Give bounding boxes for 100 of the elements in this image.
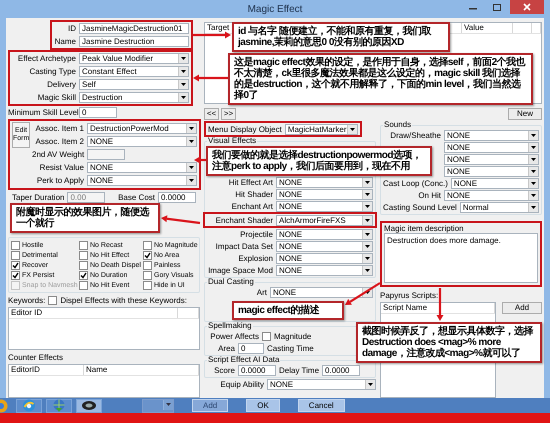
checkbox[interactable] <box>11 240 20 250</box>
dropdown[interactable]: NONE <box>444 166 539 176</box>
text-field[interactable]: Jasmine Destruction <box>79 36 189 47</box>
column-header[interactable]: Editor ID <box>9 308 178 318</box>
field-label: Casting Sound Level <box>383 202 457 212</box>
dropdown[interactable]: MagicHatMarker <box>284 124 358 134</box>
dropdown-arrow-icon <box>531 146 536 148</box>
dropdown[interactable]: NONE <box>276 200 373 212</box>
dropdown[interactable]: DestructionPowerMod <box>87 123 197 134</box>
dropdown[interactable]: NONE <box>276 252 373 264</box>
checkbox[interactable] <box>11 260 20 270</box>
field-label: Casting Type <box>28 67 76 76</box>
field-label: 2nd AV Weight <box>32 150 84 159</box>
text-field[interactable]: 0 <box>79 107 117 118</box>
checkbox-label: Magnitude <box>274 332 312 340</box>
field-label: Delivery <box>46 80 76 89</box>
dropdown-arrow-icon <box>181 83 186 86</box>
dropdown[interactable]: NONE <box>444 154 539 164</box>
field-label: Hit Shader <box>234 190 273 198</box>
new-button[interactable]: New <box>508 108 542 120</box>
field-label: Hit Effect Art <box>228 178 273 186</box>
checkbox[interactable] <box>143 280 152 290</box>
swirl-orb-icon[interactable] <box>22 399 36 412</box>
section-label: Papyrus Scripts: <box>380 291 440 302</box>
column-header[interactable]: Script Name <box>381 303 495 313</box>
round-app-icon[interactable] <box>0 398 10 412</box>
dropdown[interactable]: NONE <box>276 228 373 240</box>
add-button[interactable]: Add <box>502 302 542 314</box>
checkbox-label: Dispel Effects with these Keywords: <box>60 296 187 305</box>
text-field[interactable]: 0 <box>238 342 264 354</box>
dropdown[interactable]: Normal <box>460 202 539 212</box>
dropdown[interactable]: Peak Value Modifier <box>79 53 189 64</box>
dropdown-arrow-icon <box>365 232 370 236</box>
dropdown[interactable] <box>142 398 174 412</box>
dropdown[interactable]: NONE <box>276 176 373 188</box>
close-icon <box>523 3 531 11</box>
close-button[interactable] <box>510 0 544 14</box>
checkbox[interactable] <box>262 332 271 340</box>
dropdown[interactable]: NONE <box>444 130 539 140</box>
dropdown[interactable]: AlchArmorFireFXS <box>276 214 373 226</box>
globe-arrow-icon[interactable] <box>52 399 66 412</box>
column-header[interactable]: Value <box>462 23 513 33</box>
pointer-arrow <box>193 32 231 38</box>
dropdown[interactable]: NONE <box>276 240 373 252</box>
description-field[interactable]: Destruction does more damage. <box>384 233 538 283</box>
dropdown-arrow-icon <box>181 96 186 99</box>
dropdown[interactable]: NONE <box>450 178 539 188</box>
checkbox[interactable] <box>79 260 88 270</box>
dropdown[interactable]: Self <box>79 79 189 90</box>
text-field[interactable]: 0.0000 <box>322 364 360 376</box>
group-title: Dual Casting <box>207 278 255 286</box>
field-label: Impact Data Set <box>214 242 273 250</box>
checkbox[interactable] <box>79 250 88 260</box>
dropdown[interactable]: NONE <box>267 378 376 390</box>
annotation-callout: 截图时候弄反了，想显示具体数字，选择Destruction does <mag>% more damage，注意改成<mag>%就可以了 <box>356 322 542 363</box>
field-label: Keywords: <box>8 296 46 305</box>
dropdown[interactable]: NONE <box>276 264 373 276</box>
dropdown-arrow-icon <box>531 170 536 172</box>
field-label: Art <box>256 288 267 296</box>
dropdown[interactable]: Constant Effect <box>79 66 189 77</box>
text-field[interactable]: JasmineMagicDestruction01 <box>79 23 189 34</box>
dropdown-arrow-icon <box>166 403 171 406</box>
dialog-button[interactable]: Cancel <box>298 399 345 412</box>
text-field[interactable]: 0.0000 <box>158 192 196 203</box>
nav-button[interactable]: << <box>204 108 219 120</box>
checkbox[interactable] <box>143 240 152 250</box>
dropdown[interactable]: NONE <box>87 136 197 147</box>
text-field[interactable] <box>87 149 125 160</box>
dropdown[interactable]: NONE <box>444 190 539 200</box>
field-label: Magic Skill <box>36 93 76 102</box>
column-header[interactable]: EditorID <box>9 365 84 376</box>
checkbox[interactable] <box>48 296 58 305</box>
nav-button[interactable]: >> <box>221 108 236 120</box>
text-field[interactable]: 0.0000 <box>238 364 276 376</box>
field-label: Equip Ability <box>219 380 264 388</box>
checkbox[interactable] <box>143 270 152 280</box>
checkbox[interactable] <box>79 240 88 250</box>
checkbox[interactable] <box>143 250 152 260</box>
field-label: Enchant Art <box>230 202 273 210</box>
dropdown[interactable]: NONE <box>87 175 197 186</box>
window-title: Magic Effect <box>248 4 302 14</box>
emblem-icon[interactable] <box>81 400 97 411</box>
dropdown-arrow-icon <box>531 134 536 136</box>
group-title: Visual Effects <box>207 137 258 145</box>
field-label: Menu Display Object <box>208 124 282 134</box>
dropdown[interactable]: NONE <box>87 162 197 173</box>
dropdown[interactable]: Destruction <box>79 92 189 103</box>
dropdown[interactable]: NONE <box>276 188 373 200</box>
dialog-button[interactable]: OK <box>246 399 280 412</box>
column-header[interactable]: Name <box>84 365 199 376</box>
checkbox[interactable] <box>79 270 88 280</box>
checkbox[interactable] <box>79 280 88 290</box>
checkbox[interactable] <box>11 270 20 280</box>
checkbox[interactable] <box>11 250 20 260</box>
dropdown[interactable]: NONE <box>444 142 539 152</box>
dropdown-arrow-icon <box>350 128 354 130</box>
dropdown[interactable]: NONE <box>270 286 373 298</box>
field-label: Score <box>213 366 235 374</box>
checkbox[interactable] <box>143 260 152 270</box>
group-title: Script Effect AI Data <box>207 356 280 364</box>
